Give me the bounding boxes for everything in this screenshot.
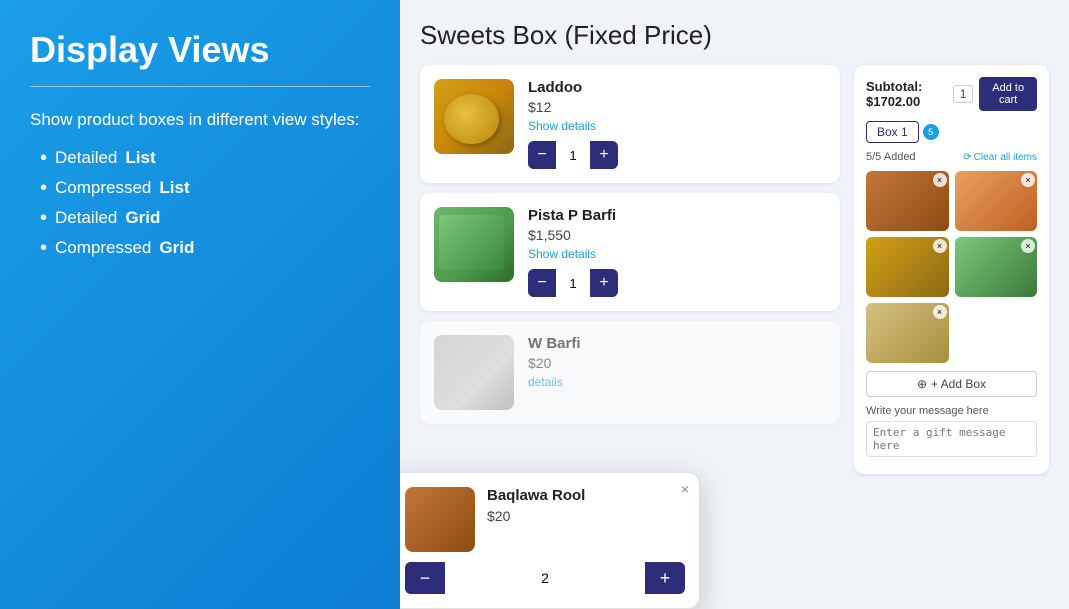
product-price-barfi: $1,550 xyxy=(528,227,826,243)
product-image-barfi xyxy=(434,207,514,282)
product-name-barfi: Pista P Barfi xyxy=(528,207,826,224)
list-item-2: Compressed List xyxy=(40,178,370,198)
list-item-1: Detailed List xyxy=(40,148,370,168)
list-item-3: Detailed Grid xyxy=(40,208,370,228)
qty-decrease-barfi[interactable]: − xyxy=(528,269,556,297)
divider xyxy=(30,86,370,87)
qty-decrease-laddoo[interactable]: − xyxy=(528,141,556,169)
box-selector: Box 1 5 xyxy=(866,121,1037,143)
popup-info: Baqlawa Rool $20 xyxy=(487,487,585,524)
popup-content: Baqlawa Rool $20 xyxy=(405,487,685,552)
qty-increase-barfi[interactable]: + xyxy=(590,269,618,297)
show-details-laddoo[interactable]: Show details xyxy=(528,119,826,133)
clear-items-label: Clear all items xyxy=(974,152,1037,163)
list-item-3-normal: Detailed xyxy=(55,208,117,228)
product-card-barfi: Pista P Barfi $1,550 Show details − + xyxy=(420,193,840,311)
qty-control-barfi: − + xyxy=(528,269,618,297)
popup-qty-decrease[interactable]: − xyxy=(405,562,445,594)
message-input[interactable] xyxy=(866,421,1037,457)
product-image-wbarfi xyxy=(434,335,514,410)
thumb-baklawa: × xyxy=(866,171,949,231)
popup-image xyxy=(405,487,475,552)
product-image-laddoo xyxy=(434,79,514,154)
popup-card: × Baqlawa Rool $20 − + xyxy=(400,472,700,609)
list-item-4-normal: Compressed xyxy=(55,238,151,258)
popup-qty-control: − + xyxy=(405,562,685,594)
product-price-laddoo: $12 xyxy=(528,99,826,115)
qty-control-laddoo: − + xyxy=(528,141,618,169)
added-row: 5/5 Added ⟳ Clear all items xyxy=(866,151,1037,163)
add-box-icon: ⊕ xyxy=(917,377,927,391)
thumb-pista: × xyxy=(955,237,1038,297)
list-item-4: Compressed Grid xyxy=(40,238,370,258)
product-name-wbarfi: W Barfi xyxy=(528,335,826,352)
thumb-barfi: × xyxy=(866,303,949,363)
clear-items-button[interactable]: ⟳ Clear all items xyxy=(963,152,1037,163)
add-box-button[interactable]: ⊕ + Add Box xyxy=(866,371,1037,397)
popup-product-name: Baqlawa Rool xyxy=(487,487,585,504)
cart-qty-badge: 1 xyxy=(953,85,974,103)
show-details-wbarfi[interactable]: details xyxy=(528,375,826,389)
add-to-cart-button[interactable]: Add to cart xyxy=(979,77,1037,111)
product-card-wbarfi: W Barfi $20 details xyxy=(420,321,840,424)
shop-title: Sweets Box (Fixed Price) xyxy=(420,20,1049,51)
main-title: Display Views xyxy=(30,30,370,70)
cart-sidebar: Subtotal: $1702.00 1 Add to cart Box 1 5… xyxy=(854,65,1049,474)
qty-input-laddoo[interactable] xyxy=(556,141,590,169)
popup-close-button[interactable]: × xyxy=(681,481,689,497)
feature-list: Detailed List Compressed List Detailed G… xyxy=(30,148,370,268)
product-info-laddoo: Laddoo $12 Show details − + xyxy=(528,79,826,169)
list-item-1-normal: Detailed xyxy=(55,148,117,168)
thumb-laddoo: × xyxy=(866,237,949,297)
subtotal-text: Subtotal: $1702.00 xyxy=(866,79,947,109)
right-panel: Sweets Box (Fixed Price) Laddoo $12 Show… xyxy=(400,0,1069,609)
refresh-icon: ⟳ xyxy=(963,152,971,163)
product-list: Laddoo $12 Show details − + Pista P Barf… xyxy=(420,65,840,474)
add-box-label: + Add Box xyxy=(931,377,986,391)
thumb-close-laddoo[interactable]: × xyxy=(933,239,947,253)
thumb-close-gulab[interactable]: × xyxy=(1021,173,1035,187)
list-item-4-bold: Grid xyxy=(159,238,194,258)
thumb-close-pista[interactable]: × xyxy=(1021,239,1035,253)
list-item-3-bold: Grid xyxy=(125,208,160,228)
popup-qty-increase[interactable]: + xyxy=(645,562,685,594)
thumb-close-barfi[interactable]: × xyxy=(933,305,947,319)
popup-product-price: $20 xyxy=(487,508,585,524)
subtitle: Show product boxes in different view sty… xyxy=(30,107,370,133)
product-name-laddoo: Laddoo xyxy=(528,79,826,96)
thumbnail-grid: × × × × × xyxy=(866,171,1037,363)
list-item-2-normal: Compressed xyxy=(55,178,151,198)
product-card-laddoo: Laddoo $12 Show details − + xyxy=(420,65,840,183)
product-info-wbarfi: W Barfi $20 details xyxy=(528,335,826,397)
popup-qty-input[interactable] xyxy=(445,562,645,594)
show-details-barfi[interactable]: Show details xyxy=(528,247,826,261)
product-price-wbarfi: $20 xyxy=(528,355,826,371)
list-item-1-bold: List xyxy=(125,148,155,168)
subtotal-row: Subtotal: $1702.00 1 Add to cart xyxy=(866,77,1037,111)
box-1-button[interactable]: Box 1 xyxy=(866,121,919,143)
product-info-barfi: Pista P Barfi $1,550 Show details − + xyxy=(528,207,826,297)
thumb-gulab: × xyxy=(955,171,1038,231)
box-count: 5 xyxy=(923,124,939,140)
added-text: 5/5 Added xyxy=(866,151,916,163)
shop-content: Laddoo $12 Show details − + Pista P Barf… xyxy=(420,65,1049,474)
left-panel: Display Views Show product boxes in diff… xyxy=(0,0,400,609)
list-item-2-bold: List xyxy=(159,178,189,198)
qty-increase-laddoo[interactable]: + xyxy=(590,141,618,169)
thumb-close-baklawa[interactable]: × xyxy=(933,173,947,187)
message-label: Write your message here xyxy=(866,405,1037,417)
qty-input-barfi[interactable] xyxy=(556,269,590,297)
